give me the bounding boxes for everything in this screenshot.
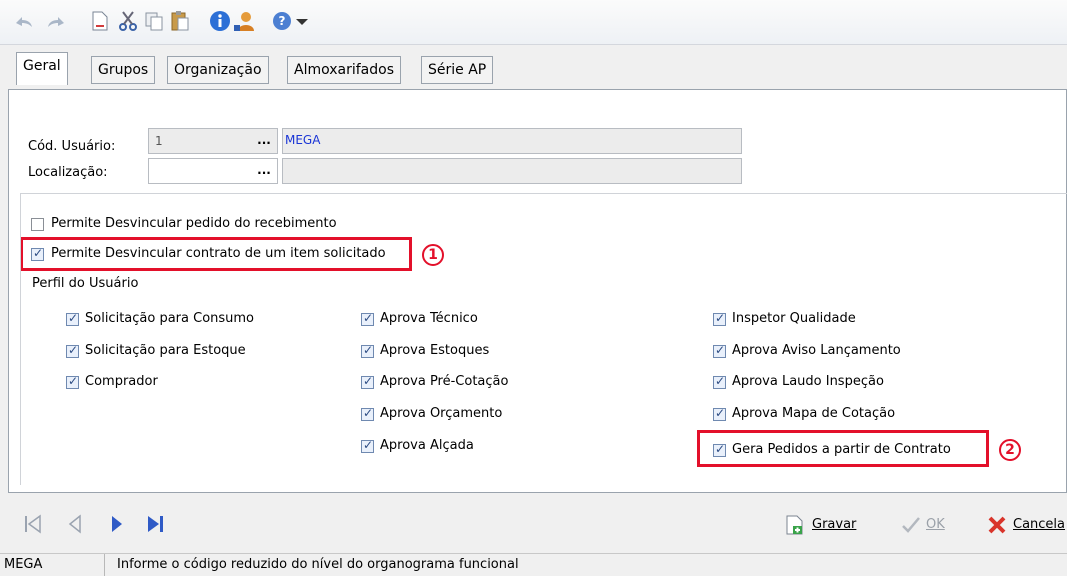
perfil-checkbox-comprador[interactable]: ✓ [66,374,79,389]
perfil-checkbox-aprova-estoques[interactable]: ✓ [361,343,374,358]
info-icon[interactable] [208,9,232,33]
check-icon: ✓ [363,438,374,452]
perfil-label-aprova-orcamento: Aprova Orçamento [380,406,503,421]
tab-grupos[interactable]: Grupos [91,56,156,84]
localizacao-lookup-button[interactable]: ... [254,162,274,180]
cod-usuario-label: Cód. Usuário: [28,139,116,154]
check-icon: ✓ [363,311,374,325]
check-icon: ✓ [363,374,374,388]
check-icon [902,517,920,533]
svg-text:?: ? [279,14,286,28]
paste-icon[interactable] [168,9,192,33]
perfil-usuario-title: Perfil do Usuário [30,276,141,291]
check-icon: ✓ [363,343,374,357]
perfil-label-solicitacao-consumo: Solicitação para Consumo [85,311,255,326]
status-bar: MEGA Informe o código reduzido do nível … [0,553,1067,576]
check-icon: ✓ [68,343,79,357]
toolbar: ? [0,0,1067,45]
check-icon: ✓ [68,374,79,388]
perfil-checkbox-aprova-mapa-cotacao[interactable]: ✓ [713,406,726,421]
tab-serie-ap[interactable]: Série AP [421,56,494,84]
perfil-checkbox-solicitacao-consumo[interactable]: ✓ [66,311,79,326]
status-user: MEGA [4,557,43,572]
cut-icon[interactable] [116,9,140,33]
annotation-2: 2 [999,439,1021,461]
perfil-checkbox-aprova-alcada[interactable]: ✓ [361,438,374,453]
undo-icon[interactable] [12,9,36,33]
redo-icon[interactable] [44,9,68,33]
status-divider [104,554,105,576]
cod-usuario-lookup-button[interactable]: ... [254,132,274,150]
localizacao-field[interactable]: ... [148,158,278,184]
perfil-label-aprova-tecnico: Aprova Técnico [380,311,478,326]
perfil-checkbox-aprova-aviso-lancamento[interactable]: ✓ [713,343,726,358]
gravar-label: Gravar [812,517,857,532]
check-icon: ✓ [68,311,79,325]
last-record-icon[interactable] [144,513,166,535]
close-icon [988,516,1006,534]
check-icon: ✓ [363,406,374,420]
cancelar-label: Cancela [1013,517,1066,532]
perfil-label-aprova-mapa-cotacao: Aprova Mapa de Cotação [732,406,896,421]
next-record-icon[interactable] [106,513,128,535]
perfil-label-aprova-laudo-inspecao: Aprova Laudo Inspeção [732,374,884,389]
localizacao-label: Localização: [28,165,108,180]
previous-record-icon[interactable] [64,513,86,535]
new-document-icon[interactable] [88,9,112,33]
check-icon: ✓ [715,311,726,325]
perfil-label-inspetor-qualidade: Inspetor Qualidade [732,311,856,326]
cod-usuario-field[interactable]: 1 ... [148,128,278,154]
bottom-toolbar: Gravar OK Cancela [0,499,1067,553]
perfil-label-comprador: Comprador [85,374,158,389]
perfil-checkbox-solicitacao-estoque[interactable]: ✓ [66,343,79,358]
cod-usuario-name: MEGA [285,133,321,147]
check-icon: ✓ [715,343,726,357]
perfil-label-aprova-pre-cotacao: Aprova Pré-Cotação [380,374,509,389]
highlight-box-2 [697,430,989,467]
first-record-icon[interactable] [22,513,44,535]
perfil-label-aprova-estoques: Aprova Estoques [380,343,490,358]
perfil-label-aprova-alcada: Aprova Alçada [380,438,474,453]
cod-usuario-value: 1 [155,134,163,148]
chevron-down-icon[interactable] [290,9,314,33]
tab-almoxarifados[interactable]: Almoxarifados [287,56,402,84]
tab-geral[interactable]: Geral [16,52,68,85]
copy-icon[interactable] [142,9,166,33]
tab-organizacao[interactable]: Organização [167,56,269,84]
perfil-label-solicitacao-estoque: Solicitação para Estoque [85,343,246,358]
perfil-checkbox-aprova-tecnico[interactable]: ✓ [361,311,374,326]
perfil-checkbox-inspetor-qualidade[interactable]: ✓ [713,311,726,326]
check-icon: ✓ [715,374,726,388]
perfil-checkbox-aprova-pre-cotacao[interactable]: ✓ [361,374,374,389]
status-message: Informe o código reduzido do nível do or… [117,557,519,572]
check-icon: ✓ [715,406,726,420]
perfil-checkbox-aprova-orcamento[interactable]: ✓ [361,406,374,421]
save-icon [786,515,803,535]
tab-strip: Geral Grupos Organização Almoxarifados S… [8,46,1067,90]
localizacao-name-field [282,158,742,184]
cod-usuario-name-field: MEGA [282,128,742,154]
perfil-checkbox-aprova-laudo-inspecao[interactable]: ✓ [713,374,726,389]
ok-label: OK [926,517,945,532]
perfil-label-aprova-aviso-lancamento: Aprova Aviso Lançamento [732,343,901,358]
user-settings-icon[interactable] [232,9,256,33]
